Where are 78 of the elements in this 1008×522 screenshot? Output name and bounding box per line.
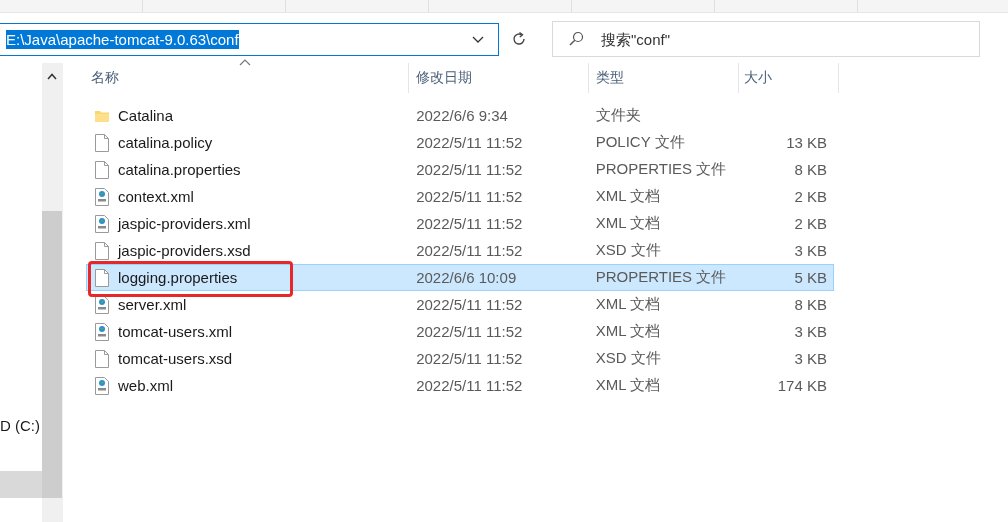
file-row[interactable]: tomcat-users.xsd 2022/5/11 11:52 XSD 文件 3 KB (86, 345, 834, 372)
file-type: PROPERTIES 文件 (595, 160, 727, 177)
file-size: 2 KB (794, 215, 827, 232)
file-size: 3 KB (794, 350, 827, 367)
file-name: jaspic-providers.xsd (118, 242, 251, 259)
file-name: logging.properties (118, 269, 238, 286)
document-icon (94, 160, 110, 179)
file-size: 5 KB (794, 269, 827, 286)
file-type: POLICY 文件 (595, 133, 685, 150)
file-type: XML 文档 (595, 295, 661, 312)
file-row[interactable]: tomcat-users.xml 2022/5/11 11:52 XML 文档 3 KB (86, 318, 834, 345)
file-type: XML 文档 (595, 214, 661, 231)
column-header[interactable]: 修改日期 (416, 69, 472, 87)
file-size: 13 KB (786, 134, 827, 151)
file-size: 8 KB (794, 161, 827, 178)
address-path: E:\Java\apache-tomcat-9.0.63\conf (6, 29, 239, 49)
modified-date: 2022/5/11 11:52 (416, 296, 523, 313)
file-row[interactable]: catalina.policy 2022/5/11 11:52 POLICY 文件 13 KB (86, 129, 834, 156)
modified-date: 2022/5/11 11:52 (416, 188, 523, 205)
document-icon (94, 133, 110, 152)
xml-document-icon (94, 376, 110, 395)
file-size: 8 KB (794, 296, 827, 313)
file-type: XML 文档 (595, 187, 661, 204)
file-name: catalina.properties (118, 161, 241, 178)
modified-date: 2022/5/11 11:52 (416, 161, 523, 178)
modified-date: 2022/5/11 11:52 (416, 242, 523, 259)
file-row[interactable]: context.xml 2022/5/11 11:52 XML 文档 2 KB (86, 183, 834, 210)
file-row[interactable]: jaspic-providers.xsd 2022/5/11 11:52 XSD 文件 3 KB (86, 237, 834, 264)
column-header[interactable]: 名称 (91, 69, 119, 87)
file-name: jaspic-providers.xml (118, 215, 251, 232)
file-row[interactable]: jaspic-providers.xml 2022/5/11 11:52 XML 文档 2 KB (86, 210, 834, 237)
file-size: 3 KB (794, 323, 827, 340)
modified-date: 2022/6/6 10:09 (416, 269, 517, 286)
scrollbar[interactable] (42, 63, 62, 522)
file-name: tomcat-users.xml (118, 323, 233, 340)
modified-date: 2022/6/6 9:34 (416, 107, 508, 124)
xml-document-icon (94, 214, 110, 233)
file-name: server.xml (118, 296, 187, 313)
file-size: 174 KB (777, 377, 827, 394)
file-type: PROPERTIES 文件 (595, 268, 727, 285)
file-row[interactable]: web.xml 2022/5/11 11:52 XML 文档 174 KB (86, 372, 834, 399)
file-type: XSD 文件 (595, 349, 661, 366)
document-icon (94, 268, 110, 287)
document-icon (94, 241, 110, 260)
nav-item[interactable]: D (C:) (0, 415, 42, 437)
modified-date: 2022/5/11 11:52 (416, 350, 523, 367)
file-size: 2 KB (794, 188, 827, 205)
scroll-thumb[interactable] (42, 211, 62, 498)
xml-document-icon (94, 322, 110, 341)
search-icon (568, 31, 584, 47)
search-field[interactable]: 搜索"conf" (552, 21, 980, 57)
file-name: tomcat-users.xsd (118, 350, 233, 367)
chevron-down-icon[interactable] (472, 35, 484, 44)
file-row[interactable]: Catalina 2022/6/6 9:34 文件夹 (86, 102, 834, 129)
file-name: context.xml (118, 188, 194, 205)
modified-date: 2022/5/11 11:52 (416, 377, 523, 394)
file-type: XSD 文件 (595, 241, 661, 258)
file-type: XML 文档 (595, 322, 661, 339)
refresh-icon (511, 31, 527, 47)
column-header[interactable]: 类型 (596, 69, 624, 87)
selected-file-row[interactable]: logging.properties 2022/6/6 10:09 PROPERTIES 文件 5 KB (86, 264, 834, 291)
column-header[interactable]: 大小 (744, 69, 772, 87)
address-field[interactable]: E:\Java\apache-tomcat-9.0.63\conf (0, 22, 499, 56)
file-row[interactable]: catalina.properties 2022/5/11 11:52 PROPERTIES 文件 8 KB (86, 156, 834, 183)
file-type: 文件夹 (595, 106, 641, 123)
file-size: 3 KB (794, 242, 827, 259)
modified-date: 2022/5/11 11:52 (416, 215, 523, 232)
modified-date: 2022/5/11 11:52 (416, 134, 523, 151)
file-row[interactable]: server.xml 2022/5/11 11:52 XML 文档 8 KB (86, 291, 834, 318)
xml-document-icon (94, 187, 110, 206)
scroll-up-icon[interactable] (47, 73, 57, 80)
file-name: web.xml (118, 377, 173, 394)
nav-item-highlight (0, 471, 42, 498)
file-type: XML 文档 (595, 376, 661, 393)
file-name: catalina.policy (118, 134, 213, 151)
document-icon (94, 349, 110, 368)
file-name: Catalina (118, 107, 174, 124)
modified-date: 2022/5/11 11:52 (416, 323, 523, 340)
